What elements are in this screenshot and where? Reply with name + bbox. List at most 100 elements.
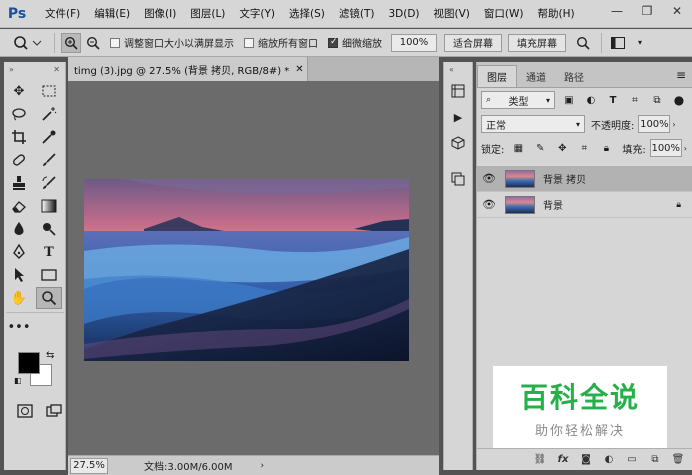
menu-view[interactable]: 视图(V) xyxy=(427,6,477,21)
chevron-down-icon[interactable]: ▾ xyxy=(630,33,650,53)
default-colors-icon[interactable]: ◧ xyxy=(14,376,22,385)
blend-mode-dropdown[interactable]: 正常 ▾ xyxy=(481,115,585,133)
chevron-right-icon[interactable]: › xyxy=(672,120,675,129)
zoom-all-checkbox[interactable]: 缩放所有窗口 xyxy=(244,35,318,50)
workspace-icon[interactable] xyxy=(608,33,628,53)
scrubby-zoom-checkbox[interactable]: 细微缩放 xyxy=(328,35,382,50)
brush-tool-icon[interactable] xyxy=(36,149,62,171)
menu-help[interactable]: 帮助(H) xyxy=(531,6,582,21)
gradient-tool-icon[interactable] xyxy=(36,195,62,217)
fill-screen-button[interactable]: 填充屏幕 xyxy=(508,33,566,52)
adjustment-layer-icon[interactable]: ◐ xyxy=(600,452,618,468)
zoom-out-icon[interactable] xyxy=(83,33,103,53)
actions-play-icon[interactable]: ▶ xyxy=(447,106,469,128)
collapse-icon[interactable]: » xyxy=(9,65,14,74)
tab-channels[interactable]: 通道 xyxy=(517,65,555,87)
resize-windows-checkbox[interactable]: 调整窗口大小以满屏显示 xyxy=(110,35,234,50)
fit-screen-button[interactable]: 适合屏幕 xyxy=(444,33,502,52)
blur-tool-icon[interactable] xyxy=(6,218,32,240)
tab-layers[interactable]: 图层 xyxy=(477,65,517,87)
collapse-icon[interactable]: « xyxy=(449,65,454,74)
type-tool-icon[interactable]: T xyxy=(36,241,62,263)
lock-artboard-icon[interactable]: ⌗ xyxy=(576,140,592,156)
zoom-level-field[interactable]: 27.5% xyxy=(70,457,108,474)
seascape-photo[interactable] xyxy=(84,179,409,361)
new-group-icon[interactable]: ▭ xyxy=(623,452,641,468)
move-tool-icon[interactable]: ✥ xyxy=(6,80,32,102)
lock-image-icon[interactable]: ✎ xyxy=(532,140,548,156)
properties-panel-icon[interactable] xyxy=(447,168,469,190)
chevron-right-icon[interactable]: › xyxy=(684,144,687,153)
fill-field[interactable]: 100% xyxy=(649,139,682,157)
menu-select[interactable]: 选择(S) xyxy=(282,6,332,21)
layer-style-fx-icon[interactable]: fx xyxy=(554,452,572,468)
minimize-icon[interactable]: — xyxy=(602,0,632,22)
quick-mask-icon[interactable] xyxy=(14,400,37,422)
opacity-field[interactable]: 100% xyxy=(638,115,671,133)
chevron-right-icon[interactable]: › xyxy=(261,461,265,471)
layer-row[interactable]: 👁︎ 背景 🔒︎ xyxy=(477,192,692,218)
more-tools-icon[interactable]: ••• xyxy=(6,316,32,338)
swap-colors-icon[interactable]: ⇆ xyxy=(46,350,54,361)
filter-smartobject-icon[interactable]: ⧉ xyxy=(649,92,665,108)
lasso-tool-icon[interactable] xyxy=(6,103,32,125)
restore-icon[interactable]: ❐ xyxy=(632,0,662,22)
eye-icon[interactable]: 👁︎ xyxy=(477,172,501,185)
clone-stamp-tool-icon[interactable] xyxy=(6,172,32,194)
menu-image[interactable]: 图像(I) xyxy=(137,6,183,21)
canvas[interactable] xyxy=(68,81,439,455)
document-tab[interactable]: timg (3).jpg @ 27.5% (背景 拷贝, RGB/8#) * ✕ xyxy=(68,57,308,81)
close-icon[interactable]: ✕ xyxy=(53,65,60,74)
zoom-tool-icon[interactable] xyxy=(36,287,62,309)
healing-brush-tool-icon[interactable] xyxy=(6,149,32,171)
history-brush-tool-icon[interactable] xyxy=(36,172,62,194)
zoom-percent-field[interactable]: 100% xyxy=(391,33,437,52)
hand-tool-icon[interactable]: ✋ xyxy=(6,287,32,309)
tab-paths[interactable]: 路径 xyxy=(555,65,593,87)
menu-filter[interactable]: 滤镜(T) xyxy=(332,6,382,21)
filter-pixel-icon[interactable]: ▣ xyxy=(561,92,577,108)
menu-window[interactable]: 窗口(W) xyxy=(477,6,531,21)
filter-toggle-icon[interactable]: ● xyxy=(671,92,687,108)
zoom-in-icon[interactable] xyxy=(61,32,81,53)
menu-3d[interactable]: 3D(D) xyxy=(381,8,426,20)
menu-type[interactable]: 文字(Y) xyxy=(232,6,282,21)
menu-edit[interactable]: 编辑(E) xyxy=(87,6,137,21)
close-icon[interactable]: ✕ xyxy=(662,0,692,22)
checkbox-icon xyxy=(110,37,120,48)
zoom-tool-preset-icon[interactable] xyxy=(8,32,48,54)
filter-adjustment-icon[interactable]: ◐ xyxy=(583,92,599,108)
filter-type-icon[interactable]: T xyxy=(605,92,621,108)
pen-tool-icon[interactable] xyxy=(6,241,32,263)
close-tab-icon[interactable]: ✕ xyxy=(295,64,303,75)
path-selection-tool-icon[interactable] xyxy=(6,264,32,286)
lock-transparent-icon[interactable]: ▦ xyxy=(510,140,526,156)
add-mask-icon[interactable]: ◙ xyxy=(577,452,595,468)
new-layer-icon[interactable]: ⧉ xyxy=(646,452,664,468)
panel-menu-icon[interactable]: ≡ xyxy=(676,68,686,82)
layer-row[interactable]: 👁︎ 背景 拷贝 xyxy=(477,166,692,192)
layer-name: 背景 xyxy=(543,201,563,212)
rectangle-tool-icon[interactable] xyxy=(36,264,62,286)
eye-icon[interactable]: 👁︎ xyxy=(477,198,501,211)
eyedropper-tool-icon[interactable] xyxy=(36,126,62,148)
3d-panel-icon[interactable] xyxy=(447,132,469,154)
delete-layer-icon[interactable]: 🗑︎ xyxy=(669,452,687,468)
history-panel-icon[interactable] xyxy=(447,80,469,102)
foreground-color-swatch[interactable] xyxy=(18,352,40,374)
eraser-tool-icon[interactable] xyxy=(6,195,32,217)
marquee-tool-icon[interactable] xyxy=(36,80,62,102)
screen-mode-icon[interactable] xyxy=(43,400,66,422)
menu-layer[interactable]: 图层(L) xyxy=(183,6,232,21)
layers-footer: ⛓ fx ◙ ◐ ▭ ⧉ 🗑︎ xyxy=(477,448,692,470)
dodge-tool-icon[interactable] xyxy=(36,218,62,240)
lock-position-icon[interactable]: ✥ xyxy=(554,140,570,156)
search-icon[interactable] xyxy=(573,33,593,53)
magic-wand-tool-icon[interactable] xyxy=(36,103,62,125)
link-layers-icon[interactable]: ⛓ xyxy=(531,452,549,468)
filter-shape-icon[interactable]: ⌗ xyxy=(627,92,643,108)
crop-tool-icon[interactable] xyxy=(6,126,32,148)
lock-all-icon[interactable]: 🔒︎ xyxy=(598,140,614,156)
menu-file[interactable]: 文件(F) xyxy=(38,6,87,21)
filter-kind-dropdown[interactable]: ⌕ 类型 ▾ xyxy=(481,91,555,109)
